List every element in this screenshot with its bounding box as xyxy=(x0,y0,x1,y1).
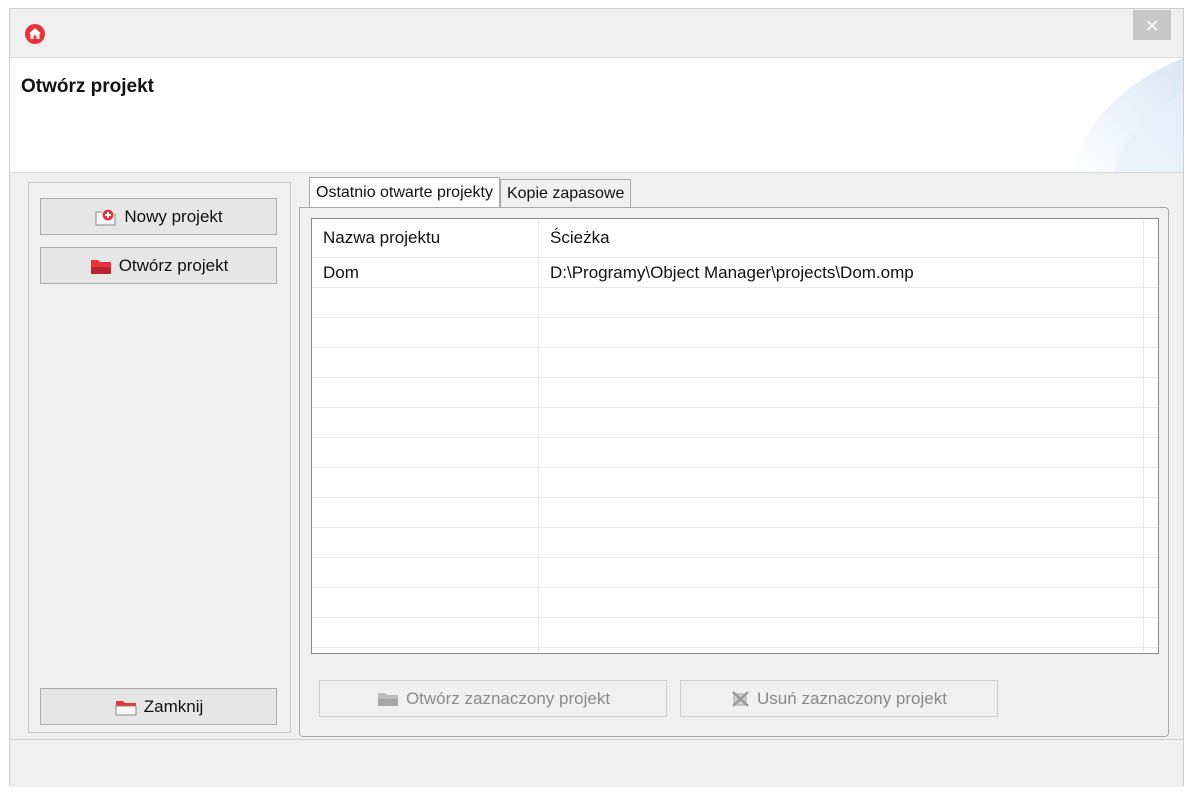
delete-selected-label: Usuń zaznaczony projekt xyxy=(757,688,947,708)
open-selected-label: Otwórz zaznaczony projekt xyxy=(405,688,611,708)
empty-row xyxy=(312,618,1158,648)
open-project-dialog: × Otwórz projekt Nowy projekt Otwórz pro… xyxy=(9,8,1184,787)
empty-row xyxy=(312,468,1158,498)
tab-content: Nazwa projektu Ścieżka Dom D:\Programy\O… xyxy=(299,207,1169,737)
column-header-path[interactable]: Ścieżka xyxy=(539,219,1144,257)
new-project-button[interactable]: Nowy projekt xyxy=(40,198,277,235)
empty-row xyxy=(312,558,1158,588)
title-bar: × xyxy=(10,9,1183,57)
close-folder-icon xyxy=(115,700,137,715)
page-title: Otwórz projekt xyxy=(21,76,155,97)
tab-backups[interactable]: Kopie zapasowe xyxy=(499,179,632,208)
close-icon: × xyxy=(1144,14,1160,36)
empty-row xyxy=(312,588,1158,618)
new-project-label: Nowy projekt xyxy=(124,206,223,226)
empty-row xyxy=(312,408,1158,438)
open-folder-icon xyxy=(90,259,111,274)
empty-row xyxy=(312,378,1158,408)
open-folder-icon xyxy=(377,692,398,706)
open-selected-button[interactable]: Otwórz zaznaczony projekt xyxy=(319,680,667,717)
tab-backups-label: Kopie zapasowe xyxy=(506,185,625,202)
status-bar xyxy=(10,739,1183,787)
tab-bar: Ostatnio otwarte projekty Kopie zapasowe xyxy=(309,177,632,208)
empty-row xyxy=(312,348,1158,378)
header-decoration xyxy=(1073,58,1183,172)
empty-row xyxy=(312,498,1158,528)
left-actions-panel: Nowy projekt Otwórz projekt Zamknij xyxy=(28,182,291,733)
project-name-cell: Dom xyxy=(312,258,539,287)
close-button[interactable]: Zamknij xyxy=(40,688,277,725)
delete-selected-button[interactable]: Usuń zaznaczony projekt xyxy=(680,680,998,717)
project-path-cell: D:\Programy\Object Manager\projects\Dom.… xyxy=(539,258,1144,287)
delete-icon xyxy=(732,690,749,707)
projects-table: Nazwa projektu Ścieżka Dom D:\Programy\O… xyxy=(311,218,1159,654)
open-project-button[interactable]: Otwórz projekt xyxy=(40,247,277,284)
new-project-icon xyxy=(95,208,116,225)
table-header: Nazwa projektu Ścieżka xyxy=(312,219,1158,258)
dialog-header: Otwórz projekt xyxy=(10,57,1183,173)
empty-row xyxy=(312,288,1158,318)
column-header-name[interactable]: Nazwa projektu xyxy=(312,219,539,257)
close-window-button[interactable]: × xyxy=(1133,10,1171,40)
table-row[interactable]: Dom D:\Programy\Object Manager\projects\… xyxy=(312,258,1158,288)
home-icon xyxy=(25,24,45,44)
empty-row xyxy=(312,438,1158,468)
tab-recent-label: Ostatnio otwarte projekty xyxy=(316,184,493,201)
empty-row xyxy=(312,318,1158,348)
close-label: Zamknij xyxy=(143,696,204,716)
empty-row xyxy=(312,648,1158,653)
empty-row xyxy=(312,528,1158,558)
open-project-label: Otwórz projekt xyxy=(118,255,229,275)
projects-panel: Ostatnio otwarte projekty Kopie zapasowe… xyxy=(299,177,1169,737)
tab-recent-projects[interactable]: Ostatnio otwarte projekty xyxy=(309,177,500,208)
